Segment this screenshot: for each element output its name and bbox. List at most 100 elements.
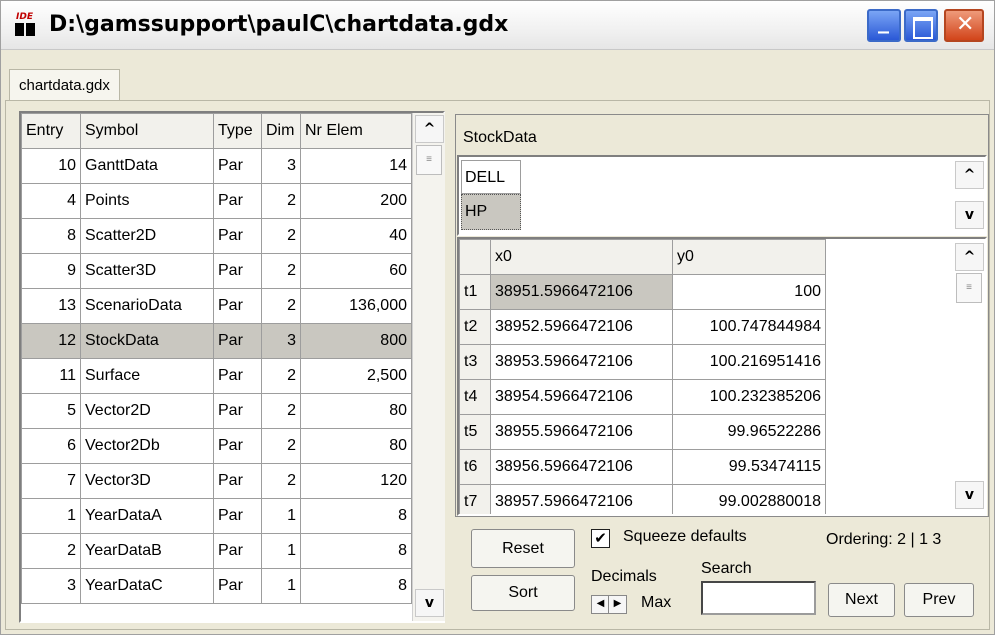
- search-label: Search: [701, 560, 752, 577]
- symbol-row[interactable]: 9 Scatter3D Par 2 60: [21, 253, 412, 289]
- symbol-row[interactable]: 4 Points Par 2 200: [21, 183, 412, 219]
- cell-nrelem: 200: [300, 183, 412, 219]
- sort-button[interactable]: Sort: [471, 575, 575, 611]
- cell-symbol: GanttData: [80, 148, 214, 184]
- cell-symbol: StockData: [80, 323, 214, 359]
- header-type[interactable]: Type: [213, 113, 262, 149]
- header-y0[interactable]: y0: [672, 239, 826, 275]
- cell-y0[interactable]: 99.53474115: [672, 449, 826, 485]
- symbol-row[interactable]: 11 Surface Par 2 2,500: [21, 358, 412, 394]
- scroll-thumb[interactable]: ≡: [416, 145, 442, 175]
- symbol-row[interactable]: 7 Vector3D Par 2 120: [21, 463, 412, 499]
- data-row[interactable]: t7 38957.5966472106 99.002880018: [459, 484, 826, 514]
- cell-x0[interactable]: 38956.5966472106: [490, 449, 673, 485]
- symbol-row[interactable]: 3 YearDataC Par 1 8: [21, 568, 412, 604]
- cell-entry: 7: [21, 463, 81, 499]
- scroll-thumb[interactable]: ≡: [956, 273, 982, 303]
- cell-entry: 9: [21, 253, 81, 289]
- cell-entry: 13: [21, 288, 81, 324]
- symbol-list-panel: Entry Symbol Type Dim Nr Elem 10 GanttDat…: [19, 111, 445, 623]
- scroll-up-icon[interactable]: ^: [955, 243, 984, 271]
- cell-type: Par: [213, 323, 262, 359]
- cell-y0[interactable]: 100: [672, 274, 826, 310]
- cell-nrelem: 8: [300, 533, 412, 569]
- prev-button[interactable]: Prev: [904, 583, 974, 617]
- scroll-up-icon[interactable]: ^: [415, 115, 444, 143]
- data-row[interactable]: t5 38955.5966472106 99.96522286: [459, 414, 826, 450]
- data-row[interactable]: t2 38952.5966472106 100.747844984: [459, 309, 826, 345]
- symbol-row[interactable]: 10 GanttData Par 3 14: [21, 148, 412, 184]
- cell-x0[interactable]: 38957.5966472106: [490, 484, 673, 514]
- increase-icon[interactable]: ▶: [608, 595, 627, 614]
- scroll-down-icon[interactable]: v: [955, 481, 984, 509]
- cell-entry: 6: [21, 428, 81, 464]
- header-entry[interactable]: Entry: [21, 113, 81, 149]
- cell-type: Par: [213, 358, 262, 394]
- cell-y0[interactable]: 100.232385206: [672, 379, 826, 415]
- cell-y0[interactable]: 100.216951416: [672, 344, 826, 380]
- cell-dim: 3: [261, 323, 301, 359]
- cell-entry: 10: [21, 148, 81, 184]
- cell-nrelem: 40: [300, 218, 412, 254]
- scroll-down-icon[interactable]: v: [415, 589, 444, 617]
- header-nr-elem[interactable]: Nr Elem: [300, 113, 412, 149]
- header-x0[interactable]: x0: [490, 239, 673, 275]
- symbol-row[interactable]: 13 ScenarioData Par 2 136,000: [21, 288, 412, 324]
- data-row[interactable]: t1 38951.5966472106 100: [459, 274, 826, 310]
- cell-x0[interactable]: 38954.5966472106: [490, 379, 673, 415]
- symbol-row[interactable]: 2 YearDataB Par 1 8: [21, 533, 412, 569]
- header-dim[interactable]: Dim: [261, 113, 301, 149]
- cell-entry: 5: [21, 393, 81, 429]
- check-icon: ✔: [594, 530, 607, 547]
- cell-x0[interactable]: 38953.5966472106: [490, 344, 673, 380]
- scroll-down-icon[interactable]: v: [955, 201, 984, 229]
- dim-item-dell[interactable]: DELL: [461, 160, 521, 194]
- symbol-row[interactable]: 8 Scatter2D Par 2 40: [21, 218, 412, 254]
- cell-symbol: Scatter2D: [80, 218, 214, 254]
- cell-x0[interactable]: 38952.5966472106: [490, 309, 673, 345]
- cell-dim: 2: [261, 463, 301, 499]
- cell-type: Par: [213, 428, 262, 464]
- reset-button[interactable]: Reset: [471, 529, 575, 568]
- cell-symbol: ScenarioData: [80, 288, 214, 324]
- close-button[interactable]: ✕: [944, 9, 984, 42]
- cell-type: Par: [213, 533, 262, 569]
- cell-symbol: YearDataA: [80, 498, 214, 534]
- header-symbol[interactable]: Symbol: [80, 113, 214, 149]
- cell-y0[interactable]: 99.96522286: [672, 414, 826, 450]
- row-key: t5: [459, 414, 491, 450]
- cell-nrelem: 120: [300, 463, 412, 499]
- row-key: t4: [459, 379, 491, 415]
- cell-y0[interactable]: 99.002880018: [672, 484, 826, 514]
- cell-dim: 2: [261, 428, 301, 464]
- tab-chartdata-gdx[interactable]: chartdata.gdx: [9, 69, 120, 101]
- scroll-up-icon[interactable]: ^: [955, 161, 984, 189]
- title-bar[interactable]: IDE D:\gamssupport\paulC\chartdata.gdx _…: [1, 1, 994, 50]
- squeeze-defaults-checkbox[interactable]: ✔: [591, 529, 610, 548]
- data-scrollbar[interactable]: ^ ≡ v: [953, 239, 985, 514]
- symbol-row[interactable]: 5 Vector2D Par 2 80: [21, 393, 412, 429]
- data-row[interactable]: t6 38956.5966472106 99.53474115: [459, 449, 826, 485]
- maximize-button[interactable]: [904, 9, 938, 42]
- dim-scrollbar[interactable]: ^ v: [953, 157, 986, 234]
- data-row[interactable]: t4 38954.5966472106 100.232385206: [459, 379, 826, 415]
- cell-nrelem: 80: [300, 393, 412, 429]
- row-key: t7: [459, 484, 491, 514]
- minimize-button[interactable]: _: [867, 9, 901, 42]
- dim-item-hp[interactable]: HP: [461, 194, 521, 230]
- symbol-list-scrollbar[interactable]: ^ ≡ v: [412, 113, 445, 621]
- symbol-row[interactable]: 12 StockData Par 3 800: [21, 323, 412, 359]
- decimals-spinner[interactable]: ◀ ▶: [591, 595, 636, 614]
- cell-entry: 2: [21, 533, 81, 569]
- search-input[interactable]: [701, 581, 816, 615]
- cell-y0[interactable]: 100.747844984: [672, 309, 826, 345]
- data-row[interactable]: t3 38953.5966472106 100.216951416: [459, 344, 826, 380]
- next-button[interactable]: Next: [828, 583, 895, 617]
- window-title: D:\gamssupport\paulC\chartdata.gdx: [49, 12, 509, 37]
- symbol-row[interactable]: 6 Vector2Db Par 2 80: [21, 428, 412, 464]
- symbol-row[interactable]: 1 YearDataA Par 1 8: [21, 498, 412, 534]
- row-key: t2: [459, 309, 491, 345]
- cell-x0[interactable]: 38951.5966472106: [490, 274, 673, 310]
- cell-x0[interactable]: 38955.5966472106: [490, 414, 673, 450]
- cell-type: Par: [213, 253, 262, 289]
